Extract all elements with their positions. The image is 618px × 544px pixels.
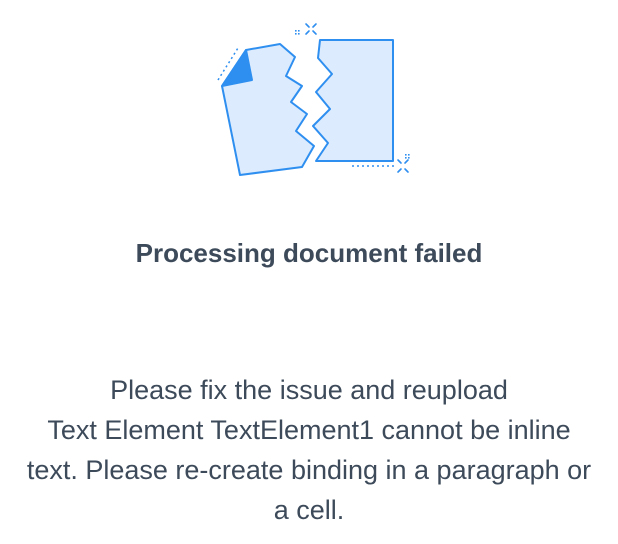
error-message-line: text. Please re-create binding in a para… (26, 455, 592, 485)
dots-top-icon (295, 30, 300, 35)
dots-bottom-icon (405, 154, 410, 159)
error-message-line: Please fix the issue and reupload (110, 375, 508, 405)
error-page: Processing document failed Please fix th… (0, 0, 618, 544)
sparkle-bottom-icon (397, 159, 409, 173)
error-message-line: Text Element TextElement1 cannot be inli… (47, 415, 571, 445)
error-message: Please fix the issue and reupload Text E… (0, 370, 618, 530)
error-title: Processing document failed (135, 238, 483, 268)
sparkle-top-icon (305, 23, 317, 35)
torn-page-right (312, 39, 394, 162)
error-message-line: a cell. (273, 495, 345, 525)
folded-corner (221, 49, 253, 87)
torn-document-icon (217, 23, 410, 176)
